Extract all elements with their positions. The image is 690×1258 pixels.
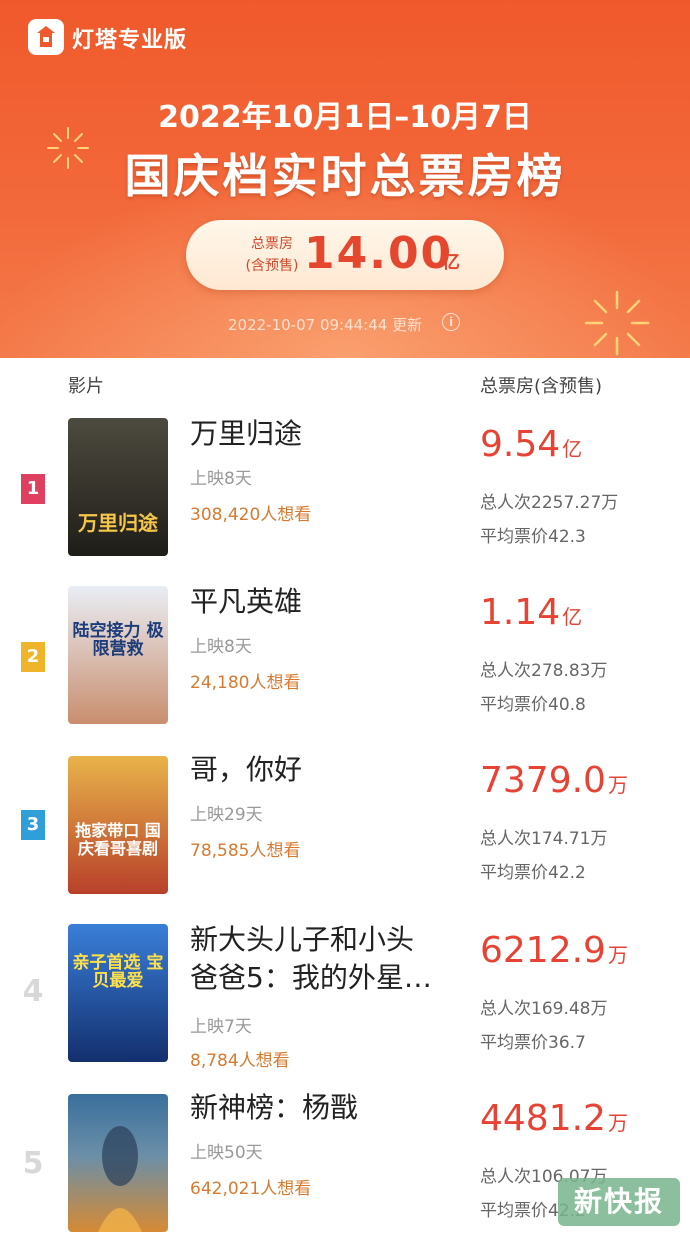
want-to-see-count: 24,180人想看 <box>190 673 301 693</box>
box-office-number: 4481.2 <box>480 1098 606 1139</box>
film-poster[interactable]: 亲子首选 宝贝最爱 <box>68 924 168 1062</box>
want-to-see-count: 308,420人想看 <box>190 505 312 525</box>
poster-text: 亲子首选 宝贝最爱 <box>72 953 164 991</box>
film-row[interactable]: 1 万里归途 万里归途 上映8天 308,420人想看 9.54 亿 总人次225… <box>0 416 690 584</box>
film-title[interactable]: 万里归途 <box>190 416 470 452</box>
total-viewers: 总人次169.48万 <box>480 999 608 1019</box>
rank-badge: 3 <box>21 810 45 840</box>
box-office-value: 4481.2 万 <box>480 1098 628 1139</box>
box-office-value: 6212.9 万 <box>480 930 628 971</box>
film-poster[interactable] <box>68 1094 168 1232</box>
box-office-number: 6212.9 <box>480 930 606 971</box>
total-value: 14.00 <box>304 228 454 279</box>
header-banner: 灯塔专业版 2022年10月1日–10月7日 国庆档实时总票房榜 总票房 (含预… <box>0 0 690 358</box>
update-time: 2022-10-07 09:44:44 更新 <box>228 316 423 334</box>
box-office-number: 9.54 <box>480 424 561 465</box>
average-ticket-price: 平均票价40.8 <box>480 695 586 715</box>
total-viewers: 总人次2257.27万 <box>480 493 619 513</box>
days-showing: 上映8天 <box>190 469 252 489</box>
box-office-unit: 亿 <box>562 437 583 461</box>
box-office-unit: 万 <box>607 943 628 967</box>
date-range: 2022年10月1日–10月7日 <box>158 100 532 135</box>
total-viewers: 总人次278.83万 <box>480 661 608 681</box>
poster-figure <box>98 1126 142 1232</box>
average-ticket-price: 平均票价42.2 <box>480 863 586 883</box>
app-name: 灯塔专业版 <box>72 28 188 53</box>
film-title[interactable]: 平凡英雄 <box>190 584 470 620</box>
poster-text: 拖家带口 国庆看哥喜剧 <box>75 821 161 858</box>
column-header-box-office: 总票房(含预售) <box>480 376 603 397</box>
total-viewers: 总人次174.71万 <box>480 829 608 849</box>
rank-number: 4 <box>22 974 44 1009</box>
film-title-continued[interactable]: 爸爸5：我的外星… <box>190 960 470 996</box>
box-office-unit: 亿 <box>562 605 583 629</box>
film-poster[interactable]: 拖家带口 国庆看哥喜剧 <box>68 756 168 894</box>
poster-text: 万里归途 <box>78 511 158 535</box>
info-icon[interactable]: i <box>442 313 460 331</box>
average-ticket-price: 平均票价42.3 <box>480 527 586 547</box>
days-showing: 上映50天 <box>190 1143 263 1163</box>
film-row[interactable]: 4 亲子首选 宝贝最爱 新大头儿子和小头 爸爸5：我的外星… 上映7天 8,78… <box>0 922 690 1090</box>
rank-badge: 2 <box>21 642 45 672</box>
film-row[interactable]: 3 拖家带口 国庆看哥喜剧 哥，你好 上映29天 78,585人想看 7379.… <box>0 752 690 920</box>
box-office-value: 1.14 亿 <box>480 592 582 633</box>
film-row[interactable]: 5 新神榜：杨戬 上映50天 642,021人想看 4481.2 万 总人次106… <box>0 1090 690 1258</box>
watermark-logo: 新快报 <box>558 1178 680 1226</box>
rank-number: 5 <box>22 1146 44 1181</box>
days-showing: 上映29天 <box>190 805 263 825</box>
film-title[interactable]: 新神榜：杨戬 <box>190 1090 470 1126</box>
poster-text: 陆空接力 极限营救 <box>72 621 164 659</box>
days-showing: 上映7天 <box>190 1017 252 1037</box>
want-to-see-count: 642,021人想看 <box>190 1179 312 1199</box>
column-header-film: 影片 <box>68 376 104 397</box>
want-to-see-count: 8,784人想看 <box>190 1051 290 1071</box>
lighthouse-icon <box>37 26 55 47</box>
film-poster[interactable]: 万里归途 <box>68 418 168 556</box>
box-office-number: 1.14 <box>480 592 561 633</box>
total-unit: 亿 <box>442 252 460 273</box>
box-office-value: 7379.0 万 <box>480 760 628 801</box>
film-title[interactable]: 新大头儿子和小头 <box>190 922 470 958</box>
film-row[interactable]: 2 陆空接力 极限营救 平凡英雄 上映8天 24,180人想看 1.14 亿 总人… <box>0 584 690 752</box>
app-logo <box>28 19 64 55</box>
total-label: 总票房 <box>251 236 293 252</box>
firework-right <box>584 290 650 356</box>
total-box-office-pill: 总票房 (含预售) 14.00 亿 <box>186 220 504 290</box>
box-office-unit: 万 <box>607 1111 628 1135</box>
film-title[interactable]: 哥，你好 <box>190 752 470 788</box>
box-office-value: 9.54 亿 <box>480 424 582 465</box>
days-showing: 上映8天 <box>190 637 252 657</box>
box-office-unit: 万 <box>607 773 628 797</box>
average-ticket-price: 平均票价36.7 <box>480 1033 586 1053</box>
want-to-see-count: 78,585人想看 <box>190 841 301 861</box>
box-office-number: 7379.0 <box>480 760 606 801</box>
total-label-presale: (含预售) <box>245 258 299 274</box>
page-title: 国庆档实时总票房榜 <box>124 149 566 203</box>
rank-badge: 1 <box>21 474 45 504</box>
film-poster[interactable]: 陆空接力 极限营救 <box>68 586 168 724</box>
